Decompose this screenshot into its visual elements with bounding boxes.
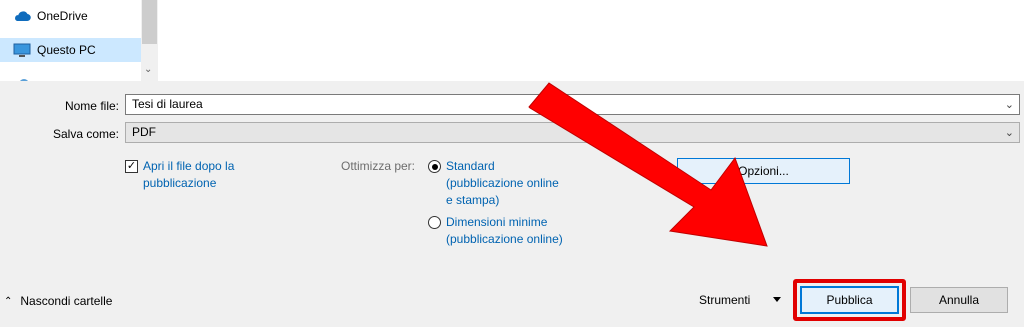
chevron-up-icon: ⌃ <box>4 295 13 307</box>
open-after-label-line2: pubblicazione <box>143 176 217 190</box>
file-name-label: Nome file: <box>64 99 119 113</box>
minimum-size-radio[interactable] <box>428 216 441 229</box>
computer-icon <box>13 42 31 58</box>
nav-item-label: OneDrive <box>37 9 88 23</box>
scroll-down-icon[interactable]: ⌄ <box>144 64 152 75</box>
file-name-value: Tesi di laurea <box>132 97 203 111</box>
tools-menu[interactable]: Strumenti <box>699 293 750 307</box>
tools-label: Strumenti <box>699 293 751 307</box>
nav-item-label: Questo PC <box>37 43 96 57</box>
partial-nav-icon <box>18 73 30 81</box>
hide-folders-toggle[interactable]: ⌃ Nascondi cartelle <box>4 294 112 308</box>
hide-folders-label: Nascondi cartelle <box>20 294 113 308</box>
publish-button[interactable]: Pubblica <box>800 286 899 314</box>
chevron-down-icon[interactable]: ⌄ <box>1005 126 1014 139</box>
chevron-down-icon[interactable]: ⌄ <box>1005 98 1014 111</box>
optimize-label: Ottimizza per: <box>341 159 416 173</box>
nav-scrollbar[interactable]: ⌄ <box>141 0 158 81</box>
radio-dot <box>431 163 438 170</box>
tools-dropdown-icon[interactable] <box>773 297 781 302</box>
nav-item-onedrive[interactable]: OneDrive <box>0 4 141 28</box>
open-after-label-line1: Apri il file dopo la <box>143 159 235 173</box>
nav-item-questo-pc[interactable]: Questo PC <box>0 38 141 62</box>
cloud-icon <box>13 8 31 24</box>
save-as-value: PDF <box>132 125 156 139</box>
navigation-pane: OneDrive Questo PC <box>0 0 141 81</box>
open-after-checkbox[interactable]: ✓ <box>125 160 138 173</box>
save-as-label: Salva come: <box>52 127 119 141</box>
standard-radio[interactable] <box>428 160 441 173</box>
scrollbar-thumb[interactable] <box>142 0 157 44</box>
open-after-label[interactable]: Apri il file dopo la pubblicazione <box>143 158 234 192</box>
annotation-arrow <box>528 82 768 247</box>
cancel-button[interactable]: Annulla <box>910 287 1008 313</box>
